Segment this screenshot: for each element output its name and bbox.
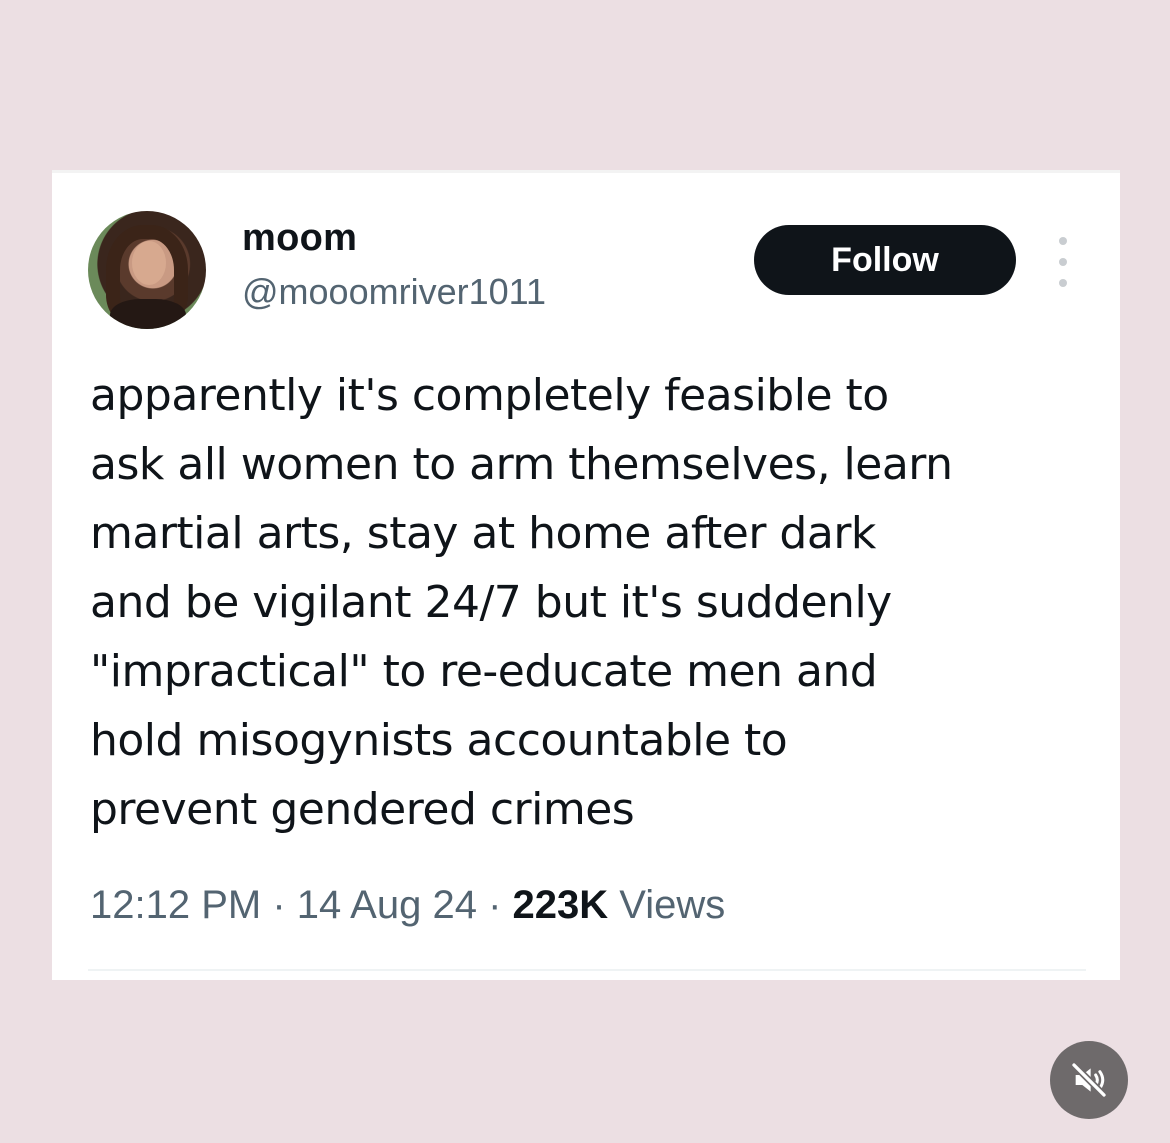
tweet-text: apparently it's completely feasible to a… bbox=[90, 370, 953, 835]
tweet-time[interactable]: 12:12 PM bbox=[90, 883, 261, 927]
tweet-date[interactable]: 14 Aug 24 bbox=[297, 883, 477, 927]
avatar-shirt bbox=[110, 299, 186, 329]
divider bbox=[88, 969, 1086, 971]
more-options-icon[interactable] bbox=[1048, 237, 1078, 287]
dot bbox=[1059, 237, 1067, 245]
views-label: Views bbox=[608, 883, 726, 927]
tweet-card: moom @mooomriver1011 Follow apparently i… bbox=[52, 170, 1120, 980]
avatar-face bbox=[132, 241, 166, 285]
dot bbox=[1059, 279, 1067, 287]
views-count[interactable]: 223K bbox=[513, 883, 609, 927]
user-handle[interactable]: @mooomriver1011 bbox=[242, 271, 546, 313]
follow-button[interactable]: Follow bbox=[754, 225, 1016, 295]
speaker-muted-icon bbox=[1070, 1061, 1108, 1099]
dot bbox=[1059, 258, 1067, 266]
meta-separator: · bbox=[476, 883, 513, 927]
avatar[interactable] bbox=[88, 211, 206, 329]
meta-separator: · bbox=[261, 883, 297, 927]
display-name[interactable]: moom bbox=[242, 217, 357, 260]
mute-button[interactable] bbox=[1050, 1041, 1128, 1119]
tweet-meta: 12:12 PM · 14 Aug 24 · 223K Views bbox=[90, 883, 725, 928]
